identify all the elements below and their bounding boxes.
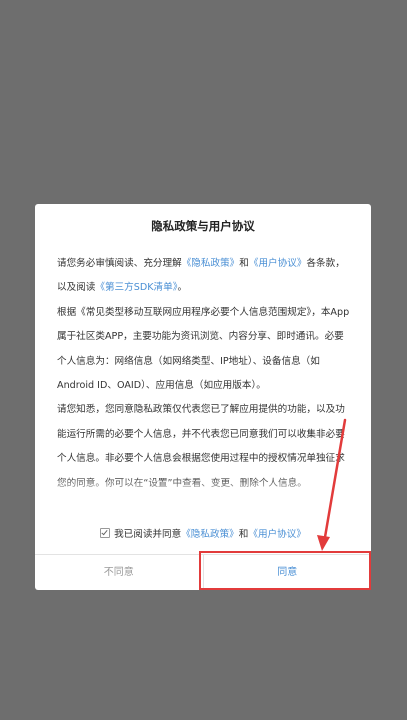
dialog-footer: 不同意 同意 [35,554,371,590]
dialog-body[interactable]: 请您务必审慎阅读、充分理解《隐私政策》和《用户协议》各条款，以及阅读《第三方SD… [57,252,351,502]
required-info-paragraph: 根据《常见类型移动互联网应用程序必要个人信息范围规定》，本App属于社区类APP… [57,306,350,392]
intro-text: 请您务必审慎阅读、充分理解 [57,258,182,269]
intro-end: 。 [177,282,188,294]
consent-terms-link[interactable]: 《用户协议》 [248,529,306,540]
agree-button[interactable]: 同意 [204,555,372,590]
consent-privacy-link[interactable]: 《隐私政策》 [181,529,239,540]
privacy-dialog: 隐私政策与用户协议 请您务必审慎阅读、充分理解《隐私政策》和《用户协议》各条款，… [35,204,371,590]
sdk-list-link[interactable]: 《第三方SDK清单》 [95,282,177,293]
consent-row[interactable]: 我已阅读并同意《隐私政策》和《用户协议》 [35,526,371,540]
consent-checkbox[interactable] [100,528,111,538]
scroll-fade [57,476,351,502]
privacy-policy-link[interactable]: 《隐私政策》 [182,258,240,269]
consent-text: 我已阅读并同意 [114,529,182,540]
user-agreement-link[interactable]: 《用户协议》 [249,258,307,269]
dialog-title: 隐私政策与用户协议 [151,219,255,233]
intro-and: 和 [239,258,249,269]
disagree-button[interactable]: 不同意 [35,555,204,590]
intro-paragraph: 请您务必审慎阅读、充分理解《隐私政策》和《用户协议》各条款，以及阅读《第三方SD… [57,252,351,301]
consent-and: 和 [238,529,249,540]
